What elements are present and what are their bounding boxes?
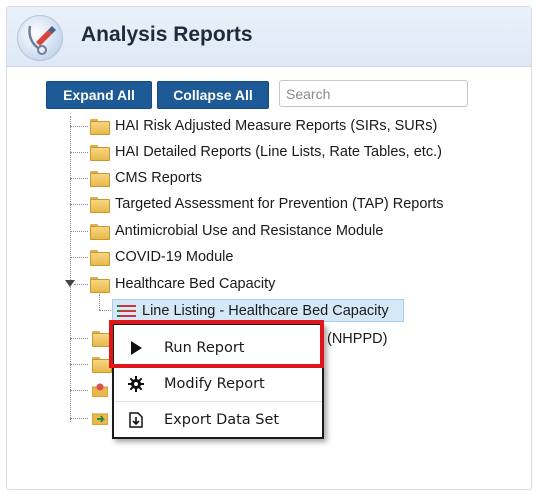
tree-node-label: Targeted Assessment for Prevention (TAP)… (115, 196, 444, 212)
tree-node-line-listing-bed-capacity[interactable]: Line Listing - Healthcare Bed Capacity (112, 299, 404, 322)
expand-all-button[interactable]: Expand All (46, 81, 152, 109)
expanded-arrow-icon[interactable] (65, 280, 75, 287)
line-list-icon (117, 304, 136, 318)
tree-node-tap-reports[interactable]: Targeted Assessment for Prevention (TAP)… (90, 193, 444, 215)
page-title: Analysis Reports (81, 23, 253, 46)
tree-node-cms-reports[interactable]: CMS Reports (90, 167, 202, 189)
menu-item-modify-report[interactable]: Modify Report (114, 367, 322, 401)
folder-icon (92, 357, 112, 373)
tree-node-label: COVID-19 Module (115, 249, 234, 265)
folder-icon (90, 119, 110, 135)
tree-node-label: HAI Risk Adjusted Measure Reports (SIRs,… (115, 118, 438, 134)
folder-icon (90, 171, 110, 187)
tree-connector (70, 204, 88, 205)
tree-node-label: Antimicrobial Use and Resistance Module (115, 223, 384, 239)
tree-connector (70, 418, 88, 419)
folder-icon (90, 250, 110, 266)
user-folder-icon (91, 383, 109, 398)
tree-connector (70, 257, 88, 258)
tree-connector (70, 116, 71, 422)
tree-node-healthcare-bed-capacity[interactable]: Healthcare Bed Capacity (90, 273, 275, 295)
tree-connector (70, 364, 88, 365)
tree-connector (99, 294, 100, 310)
tree-node-label: Line Listing - Healthcare Bed Capacity (142, 302, 389, 319)
tree-connector (70, 152, 88, 153)
tree-node-nhppd-partial[interactable]: (NHPPD) (327, 331, 387, 347)
menu-item-label: Export Data Set (164, 412, 280, 428)
tree-node-label: CMS Reports (115, 170, 203, 186)
collapse-all-button[interactable]: Collapse All (157, 81, 269, 109)
tree-connector (70, 338, 88, 339)
tree-connector (70, 231, 88, 232)
search-input[interactable] (279, 80, 468, 107)
menu-item-label: Modify Report (164, 376, 265, 392)
tree-connector (70, 178, 88, 179)
folder-icon (90, 197, 110, 213)
tree-node-hai-detailed[interactable]: HAI Detailed Reports (Line Lists, Rate T… (90, 141, 442, 163)
tree-node-hai-risk-adjusted[interactable]: HAI Risk Adjusted Measure Reports (SIRs,… (90, 115, 437, 137)
export-icon (128, 412, 144, 428)
menu-item-export-data-set[interactable]: Export Data Set (114, 403, 322, 437)
shared-folder-icon (91, 411, 109, 426)
tree-connector (70, 390, 88, 391)
menu-divider (114, 401, 322, 402)
panel-header: Analysis Reports (7, 7, 531, 67)
tree-connector (74, 284, 88, 285)
analysis-logo-icon (17, 15, 63, 61)
tree-node-antimicrobial[interactable]: Antimicrobial Use and Resistance Module (90, 220, 383, 242)
tree-connector (99, 310, 111, 311)
folder-icon (90, 224, 110, 240)
tree-connector (70, 126, 88, 127)
folder-icon (90, 277, 110, 293)
folder-icon (92, 331, 112, 347)
folder-icon (90, 145, 110, 161)
tree-node-covid19[interactable]: COVID-19 Module (90, 246, 233, 268)
gear-icon (128, 376, 144, 392)
run-report-highlight-box (109, 320, 324, 368)
tree-node-label: Healthcare Bed Capacity (115, 276, 276, 292)
tree-node-label: HAI Detailed Reports (Line Lists, Rate T… (115, 144, 442, 160)
